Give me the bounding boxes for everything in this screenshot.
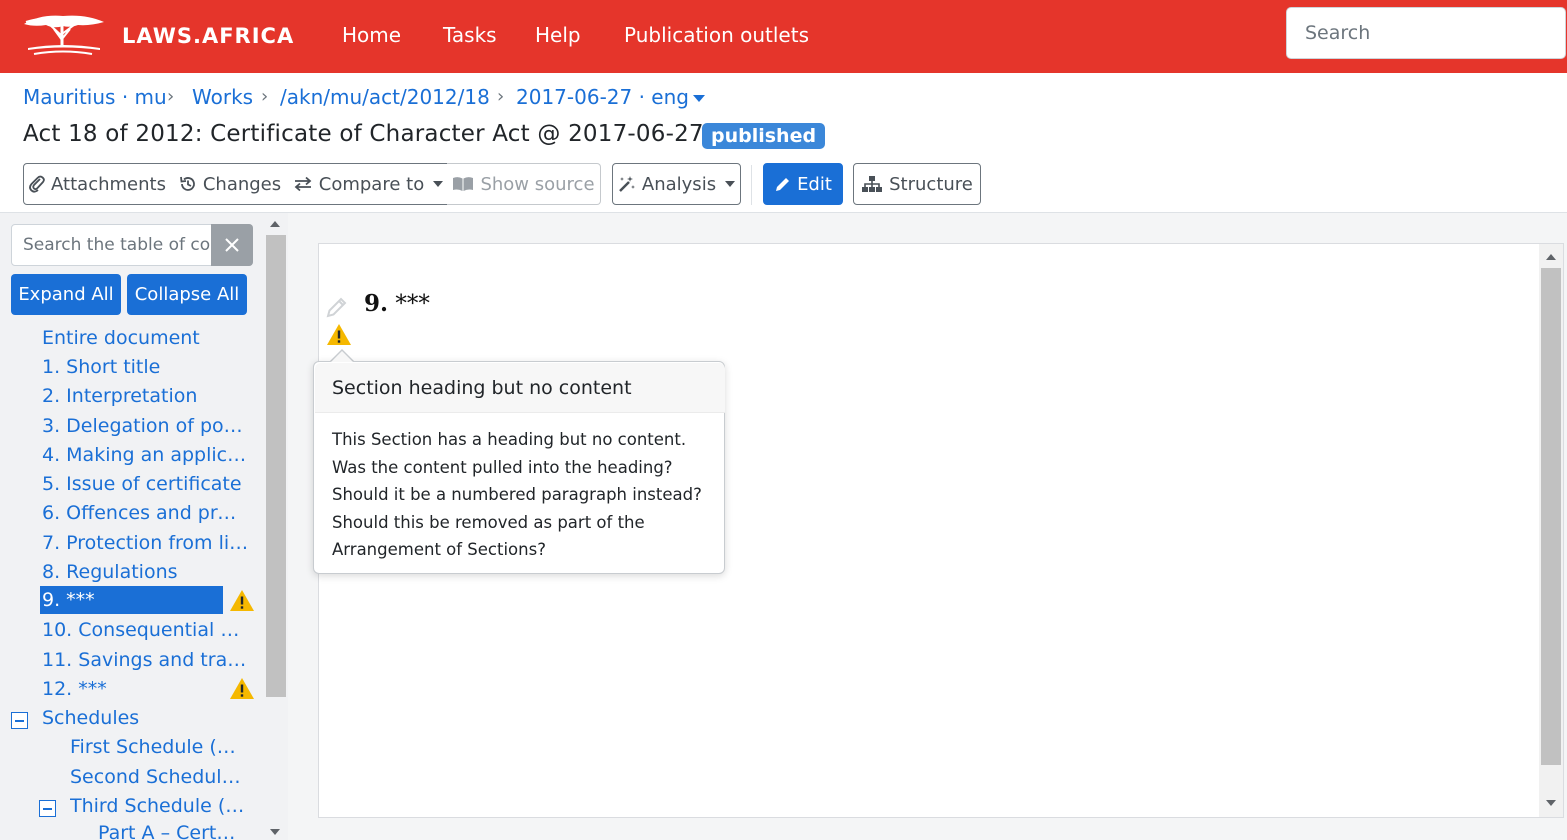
top-navbar: LAWS.AFRICA Home Tasks Help Publication … xyxy=(0,0,1567,73)
toc-item-part-a[interactable]: Part A – Certificate xyxy=(98,821,238,840)
popover-line: Should it be a numbered paragraph instea… xyxy=(332,485,702,504)
toc-item-section-8[interactable]: 8. Regulations xyxy=(42,560,252,584)
pencil-icon xyxy=(776,177,790,191)
close-icon xyxy=(225,238,239,252)
popover-arrow-inner xyxy=(331,351,353,362)
toc-item-section-11[interactable]: 11. Savings and transitional provisions xyxy=(42,648,249,672)
compare-to-label: Compare to xyxy=(318,173,425,195)
sidebar-scrollbar-thumb[interactable] xyxy=(266,235,286,697)
analysis-label: Analysis xyxy=(641,173,717,195)
warning-icon xyxy=(230,678,254,699)
breadcrumb-separator: › xyxy=(261,86,269,107)
breadcrumb-expression-label: 2017-06-27 · eng xyxy=(516,85,689,109)
caret-down-icon xyxy=(692,95,705,102)
status-badge: published xyxy=(702,123,826,149)
section-heading-text: *** xyxy=(395,291,430,317)
toc-item-first-schedule[interactable]: First Schedule (Section 4) xyxy=(70,735,247,759)
sitemap-icon xyxy=(862,176,883,192)
book-open-icon xyxy=(453,177,474,191)
page-title: Act 18 of 2012: Certificate of Character… xyxy=(23,121,704,147)
caret-down-icon xyxy=(433,181,444,187)
breadcrumb-works[interactable]: Works xyxy=(192,85,253,109)
expand-all-button[interactable]: Expand All xyxy=(11,274,121,315)
changes-button[interactable]: Changes xyxy=(171,163,290,205)
collapse-all-button[interactable]: Collapse All xyxy=(127,274,247,315)
warning-icon xyxy=(230,590,254,611)
structure-button[interactable]: Structure xyxy=(853,163,981,205)
breadcrumb-separator: › xyxy=(497,86,505,107)
nav-tasks[interactable]: Tasks xyxy=(443,23,497,47)
toc-item-section-5[interactable]: 5. Issue of certificate xyxy=(42,472,252,496)
pencil-icon[interactable] xyxy=(326,296,348,318)
attachments-label: Attachments xyxy=(51,173,166,195)
scroll-up-arrow-icon[interactable] xyxy=(270,221,280,227)
magic-wand-icon xyxy=(619,176,635,192)
toolbar-divider xyxy=(751,165,752,205)
warning-icon[interactable] xyxy=(326,323,352,346)
toc-item-entire-document[interactable]: Entire document xyxy=(42,326,252,350)
popover-line: Was the content pulled into the heading? xyxy=(332,457,673,477)
collapse-toggle-icon[interactable] xyxy=(39,800,56,817)
attachments-button[interactable]: Attachments xyxy=(23,163,172,205)
popover-body: This Section has a heading but no conten… xyxy=(332,426,722,564)
breadcrumb-expression-dropdown[interactable]: 2017-06-27 · eng xyxy=(516,85,705,109)
brand[interactable]: LAWS.AFRICA xyxy=(20,12,293,58)
warning-popover: Section heading but no content This Sect… xyxy=(313,361,725,574)
toc-item-second-schedule[interactable]: Second Schedule (Section 5) xyxy=(70,765,247,789)
toc-item-section-9[interactable]: 9. *** xyxy=(40,586,223,614)
exchange-icon xyxy=(294,176,312,192)
changes-label: Changes xyxy=(202,173,282,195)
collapse-toggle-icon[interactable] xyxy=(11,712,28,729)
breadcrumb-separator: › xyxy=(167,86,175,107)
popover-line: Arrangement of Sections? xyxy=(332,540,546,559)
analysis-dropdown[interactable]: Analysis xyxy=(612,163,741,205)
paperclip-icon xyxy=(29,175,45,193)
toc-item-section-3[interactable]: 3. Delegation of powers xyxy=(42,414,252,438)
caret-down-icon xyxy=(725,181,736,187)
toc-item-section-2[interactable]: 2. Interpretation xyxy=(42,384,252,408)
structure-label: Structure xyxy=(889,173,973,195)
scroll-down-arrow-icon[interactable] xyxy=(270,829,280,835)
toc-item-section-1[interactable]: 1. Short title xyxy=(42,355,252,379)
toc-item-section-4[interactable]: 4. Making an application for certificate… xyxy=(42,443,247,467)
nav-publication-outlets[interactable]: Publication outlets xyxy=(624,23,809,47)
nav-help[interactable]: Help xyxy=(535,23,581,47)
nav-home[interactable]: Home xyxy=(342,23,401,47)
edit-button[interactable]: Edit xyxy=(763,163,843,205)
section-heading: 9. *** xyxy=(364,290,430,317)
popover-title: Section heading but no content xyxy=(315,363,725,413)
scroll-down-arrow-icon[interactable] xyxy=(1546,800,1556,806)
history-icon xyxy=(179,176,195,191)
scroll-up-arrow-icon[interactable] xyxy=(1546,254,1556,260)
popover-line: This Section has a heading but no conten… xyxy=(332,430,687,449)
show-source-button[interactable]: Show source xyxy=(447,163,601,205)
document-scrollbar-thumb[interactable] xyxy=(1541,268,1561,765)
acacia-tree-logo-icon xyxy=(24,15,104,55)
popover-line: Should this be removed as part of the xyxy=(332,512,645,532)
breadcrumb-frbr-uri[interactable]: /akn/mu/act/2012/18 xyxy=(280,85,490,109)
section-number: 9. xyxy=(364,290,389,317)
compare-to-dropdown[interactable]: Compare to xyxy=(289,163,448,205)
toc-item-section-10[interactable]: 10. Consequential amendments xyxy=(42,618,249,642)
toc-search-clear-button[interactable] xyxy=(211,224,253,266)
toc-item-section-12[interactable]: 12. *** xyxy=(42,677,222,701)
toc-item-third-schedule[interactable]: Third Schedule (Section 7) xyxy=(70,794,247,818)
brand-name: LAWS.AFRICA xyxy=(122,24,295,48)
toc-sidebar: Expand All Collapse All Entire document … xyxy=(0,213,288,840)
toc-item-schedules[interactable]: Schedules xyxy=(42,706,252,730)
global-search-input[interactable] xyxy=(1286,7,1566,59)
show-source-label: Show source xyxy=(480,173,595,195)
breadcrumb-country[interactable]: Mauritius · mu xyxy=(23,85,167,109)
edit-label: Edit xyxy=(797,173,832,195)
toc-item-section-6[interactable]: 6. Offences and proceedings xyxy=(42,501,247,525)
toc-item-section-7[interactable]: 7. Protection from liability xyxy=(42,531,249,555)
